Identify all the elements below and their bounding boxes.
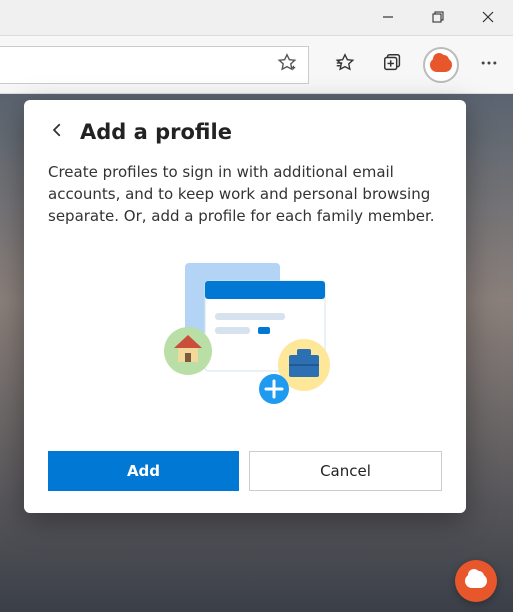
minimize-icon [382, 8, 394, 27]
maximize-icon [432, 8, 444, 27]
close-icon [482, 8, 494, 27]
watermark-badge [455, 560, 497, 602]
add-profile-dialog: Add a profile Create profiles to sign in… [24, 100, 466, 513]
minimize-button[interactable] [363, 0, 413, 35]
profile-button[interactable] [423, 47, 459, 83]
favorite-add-icon[interactable] [276, 52, 298, 78]
more-button[interactable] [465, 45, 513, 85]
dialog-title: Add a profile [80, 120, 232, 144]
profile-avatar-icon [430, 58, 452, 72]
close-button[interactable] [463, 0, 513, 35]
more-icon [479, 53, 499, 77]
favorites-icon [334, 52, 356, 78]
browser-toolbar [0, 36, 513, 94]
cancel-button[interactable]: Cancel [249, 451, 442, 491]
dialog-illustration [48, 255, 442, 415]
collections-icon [382, 52, 404, 78]
collections-button[interactable] [369, 45, 417, 85]
dialog-actions: Add Cancel [48, 451, 442, 491]
back-button[interactable] [48, 121, 66, 143]
window-titlebar [0, 0, 513, 36]
add-button[interactable]: Add [48, 451, 239, 491]
cloud-icon [465, 574, 487, 588]
address-bar[interactable] [0, 46, 309, 84]
dialog-header: Add a profile [48, 120, 442, 144]
maximize-button[interactable] [413, 0, 463, 35]
favorites-button[interactable] [321, 45, 369, 85]
dialog-description: Create profiles to sign in with addition… [48, 162, 442, 227]
